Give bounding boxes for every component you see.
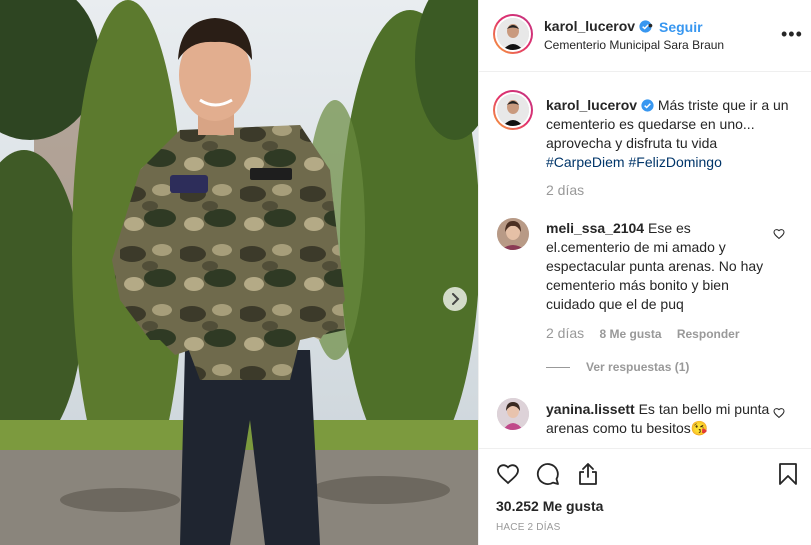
avatar-image [497,398,529,430]
avatar-image [497,94,529,126]
view-replies-label: Ver respuestas (1) [586,360,690,374]
reply-button[interactable]: Responder [677,327,740,341]
follow-button[interactable]: Seguir [659,19,703,35]
caption-author-avatar[interactable] [493,90,533,130]
post-header: karol_lucerov • Seguir Cementerio Munici… [479,0,811,72]
save-bookmark-icon[interactable] [777,462,799,486]
comment-body: yanina.lissett Es tan bello mi punta are… [546,400,776,438]
comment-bubble-icon[interactable] [535,462,561,486]
post-photo[interactable] [0,0,478,545]
kiss-emoji: 😘 [690,420,709,436]
caption-username[interactable]: karol_lucerov [546,97,637,113]
caption-timestamp: 2 días [546,182,585,198]
like-comment-heart-icon[interactable] [773,228,785,240]
like-comment-heart-icon[interactable] [773,407,785,419]
author-username[interactable]: karol_lucerov [544,18,635,34]
avatar-image [497,218,529,250]
photo-illustration [0,0,478,545]
author-avatar[interactable] [493,14,533,54]
post-side-panel: karol_lucerov • Seguir Cementerio Munici… [478,0,811,545]
separator-dot: • [648,17,653,33]
post-date: HACE 2 DÍAS [496,522,561,533]
share-icon[interactable] [575,462,601,486]
like-heart-icon[interactable] [495,462,521,486]
hashtag-link[interactable]: #FelizDomingo [628,154,721,170]
comment-timestamp: 2 días [546,325,585,341]
commenter-avatar[interactable] [497,218,529,250]
next-photo-button[interactable] [443,287,467,311]
post-caption: karol_lucerov Más triste que ir a un cem… [546,96,801,172]
comment-likes[interactable]: 8 Me gusta [599,327,661,341]
comment-meta: 2 días 8 Me gusta Responder [546,325,752,341]
commenter-avatar[interactable] [497,398,529,430]
replies-divider [546,367,570,369]
view-replies-button[interactable]: Ver respuestas (1) [546,360,689,374]
more-options-icon[interactable]: ••• [781,24,803,45]
comment-body: meli_ssa_2104 Ese es el.cementerio de mi… [546,219,776,314]
post-actions-bar: 30.252 Me gusta HACE 2 DÍAS [479,448,811,545]
like-count[interactable]: 30.252 Me gusta [496,498,603,514]
verified-badge-icon [641,99,654,112]
hashtag-link[interactable]: #CarpeDiem [546,154,625,170]
avatar-image [497,18,529,50]
chevron-right-icon [452,293,460,305]
comment-username[interactable]: yanina.lissett [546,401,635,417]
comment-username[interactable]: meli_ssa_2104 [546,220,644,236]
post-location[interactable]: Cementerio Municipal Sara Braun [544,38,724,52]
